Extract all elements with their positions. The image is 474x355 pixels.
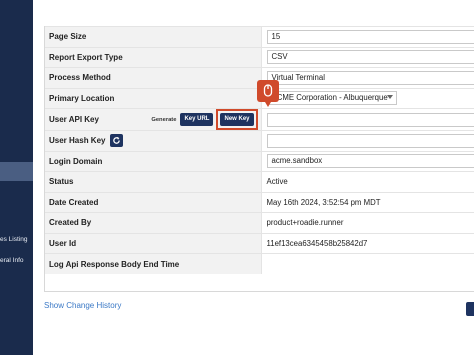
table-row: Login Domain acme.sandbox <box>45 150 474 172</box>
new-key-button[interactable]: New Key <box>220 113 254 126</box>
login-domain-input[interactable]: acme.sandbox <box>266 154 474 169</box>
generate-label: Generate <box>151 116 177 123</box>
row-label: Log Api Response Body End Time <box>45 253 261 274</box>
user-id-value: 11ef13cea6345458b25842d7 <box>260 232 474 254</box>
table-row: Page Size 15 <box>45 26 474 47</box>
row-label: Status <box>45 171 261 192</box>
save-button[interactable] <box>466 302 474 316</box>
primary-location-select[interactable]: ACME Corporation - Albuquerque <box>266 91 397 106</box>
chevron-down-icon <box>386 95 393 100</box>
row-label: Page Size <box>45 26 261 47</box>
primary-location-value: ACME Corporation - Albuquerque <box>271 93 388 103</box>
page-size-input[interactable]: 15 <box>266 29 474 44</box>
sidebar-item-general-info[interactable]: eral Info <box>0 257 33 264</box>
row-label: User Id <box>45 232 261 254</box>
row-label: Process Method <box>45 67 261 88</box>
row-label: User API Key <box>49 115 99 124</box>
hash-key-field[interactable] <box>266 133 474 148</box>
table-row: Created By product+roadie.runner <box>45 212 474 233</box>
refresh-icon <box>113 137 121 145</box>
date-created-value: May 16th 2024, 3:52:54 pm MDT <box>260 191 474 213</box>
key-url-button[interactable]: Key URL <box>180 113 214 126</box>
table-row: User Id 11ef13cea6345458b25842d7 <box>45 232 474 254</box>
sidebar-active-item[interactable] <box>0 162 33 181</box>
table-row: Report Export Type CSV <box>45 46 474 68</box>
sidebar: es Listing eral Info <box>0 0 33 355</box>
row-label: Primary Location <box>45 87 261 109</box>
row-label: Date Created <box>45 191 261 213</box>
row-label: Report Export Type <box>45 46 261 68</box>
log-api-response-value <box>260 253 474 274</box>
status-value: Active <box>260 171 474 192</box>
table-row: User Hash Key <box>45 130 474 151</box>
table-row: Log Api Response Body End Time <box>45 253 474 274</box>
row-label: Login Domain <box>45 150 261 172</box>
show-change-history-link[interactable]: Show Change History <box>44 301 121 310</box>
mouse-icon <box>263 84 273 97</box>
table-row: Status Active <box>45 171 474 192</box>
new-key-highlight: New Key <box>216 109 258 130</box>
row-label: User Hash Key <box>49 136 106 146</box>
settings-panel: Page Size 15 Report Export Type CSV Proc… <box>44 26 474 316</box>
created-by-value: product+roadie.runner <box>260 212 474 233</box>
table-row: Date Created May 16th 2024, 3:52:54 pm M… <box>45 191 474 213</box>
process-method-select[interactable]: Virtual Terminal <box>266 70 474 85</box>
api-key-field[interactable] <box>266 112 474 127</box>
settings-table: Page Size 15 Report Export Type CSV Proc… <box>45 26 474 274</box>
refresh-hash-key-button[interactable] <box>110 134 124 148</box>
table-row: User API Key Generate Key URL New Key <box>45 108 474 131</box>
pointer-badge <box>257 80 279 107</box>
report-export-type-select[interactable]: CSV <box>266 50 474 65</box>
sidebar-item-listing[interactable]: es Listing <box>0 236 33 243</box>
main-content: Page Size 15 Report Export Type CSV Proc… <box>33 0 474 355</box>
row-label: Created By <box>45 212 261 233</box>
